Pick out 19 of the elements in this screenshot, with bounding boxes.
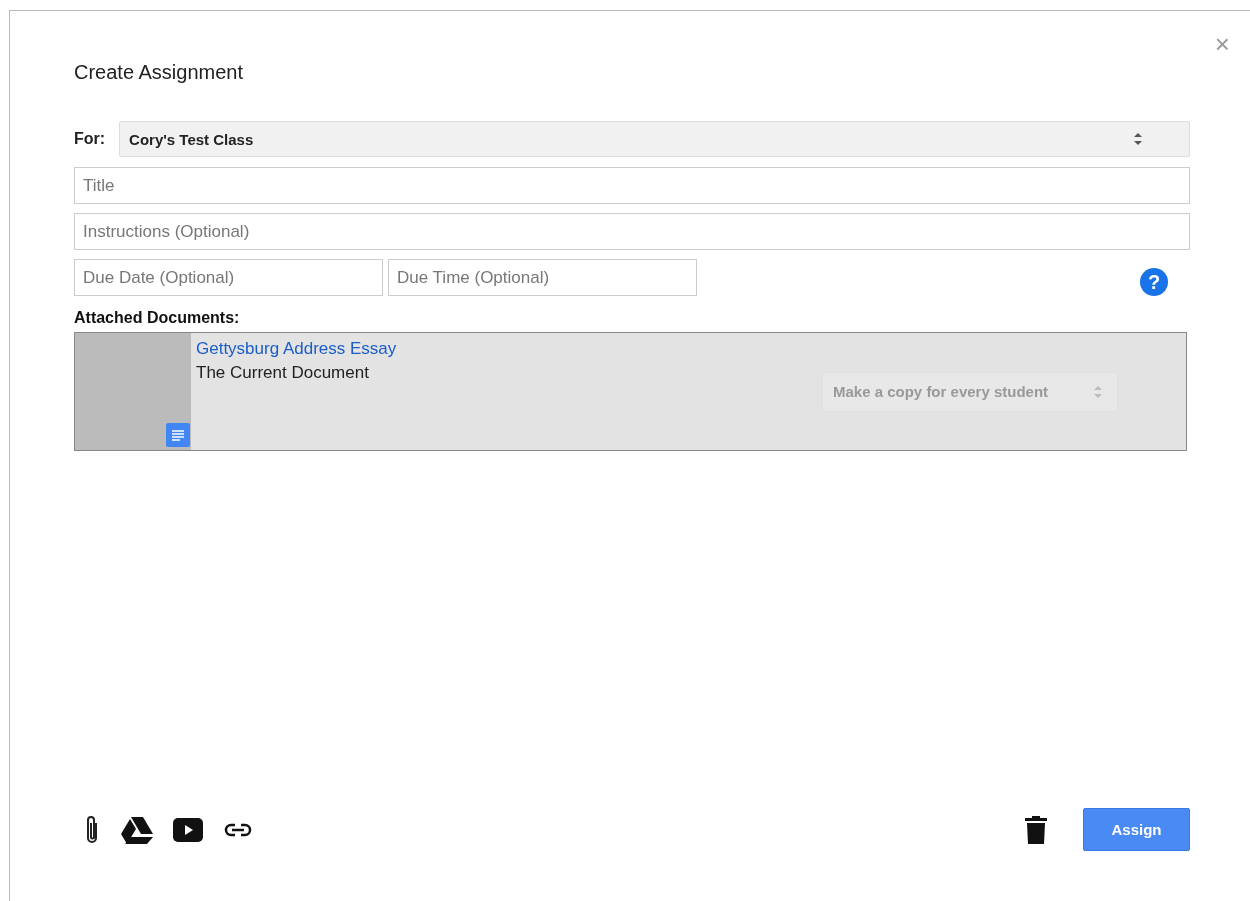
class-select[interactable]: Cory's Test Class (119, 121, 1190, 157)
close-button[interactable]: × (1214, 29, 1230, 60)
assign-button[interactable]: Assign (1083, 808, 1190, 851)
updown-icon (1093, 384, 1103, 399)
help-button[interactable]: ? (1140, 268, 1168, 296)
drive-icon[interactable] (121, 815, 153, 844)
link-icon[interactable] (223, 821, 253, 838)
text-field[interactable]: Title (74, 167, 1190, 204)
for-label: For: (74, 130, 106, 148)
document-icon (166, 423, 190, 447)
updown-icon (1133, 132, 1143, 146)
dialog-title: Create Assignment (74, 61, 243, 84)
trash-icon[interactable] (1025, 815, 1047, 844)
due-date-field[interactable]: Due Date (Optional) (74, 259, 383, 296)
play-icon[interactable] (173, 817, 203, 842)
attached-documents-label: Attached Documents: (74, 309, 241, 327)
text-field[interactable]: Instructions (Optional) (74, 213, 1190, 250)
document-subtitle: The Current Document (196, 363, 369, 383)
due-time-field[interactable]: Due Time (Optional) (388, 259, 697, 296)
